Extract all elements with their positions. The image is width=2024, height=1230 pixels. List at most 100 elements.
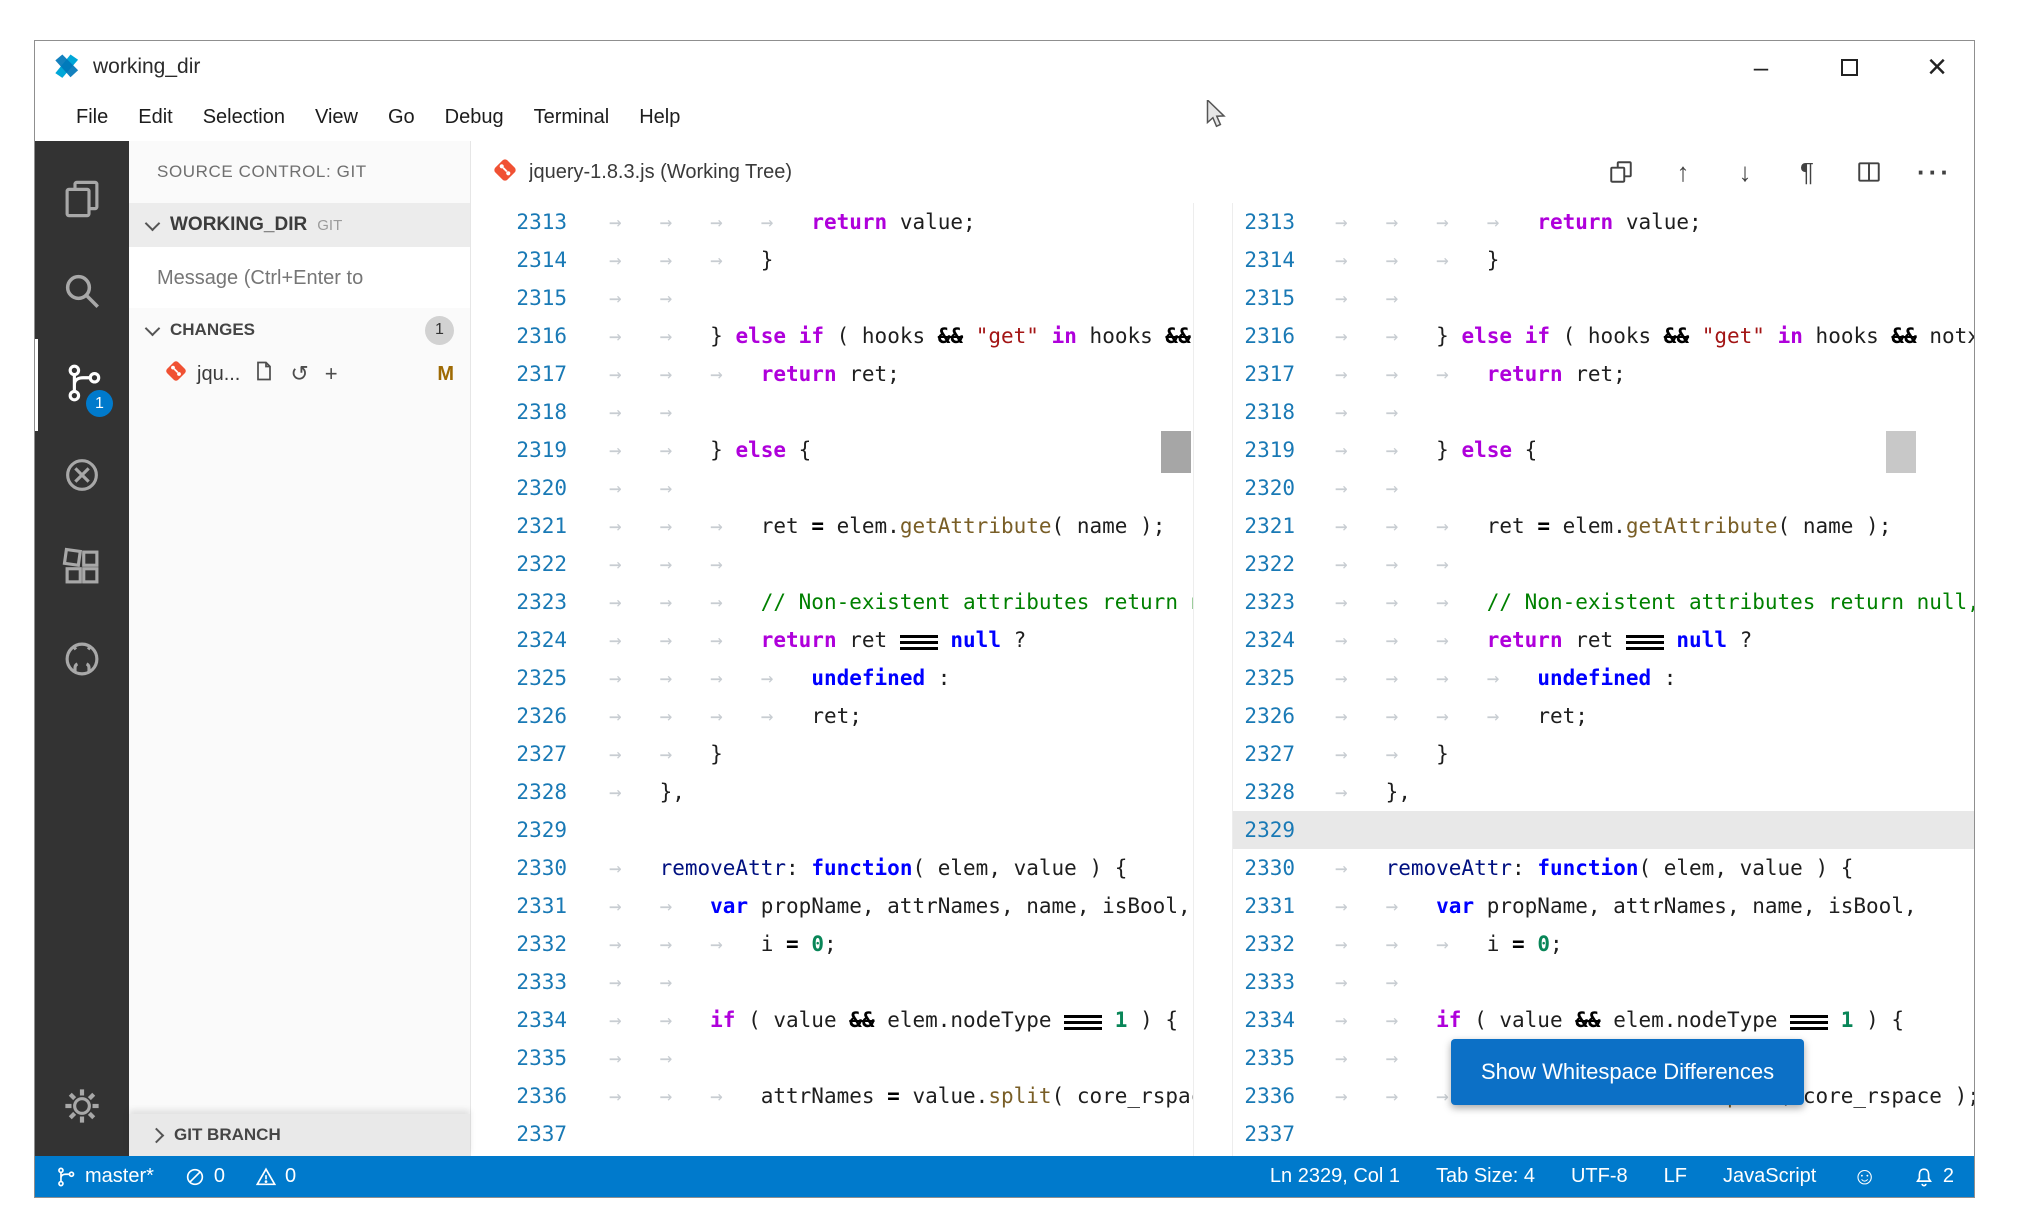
encoding-indicator[interactable]: UTF-8 xyxy=(1571,1165,1628,1188)
cursor-position[interactable]: Ln 2329, Col 1 xyxy=(1270,1165,1400,1188)
code-line[interactable]: 2336→ → → attrNames = value.split( core_… xyxy=(471,1077,1193,1115)
language-indicator[interactable]: JavaScript xyxy=(1723,1165,1816,1188)
eol-indicator[interactable]: LF xyxy=(1664,1165,1687,1188)
git-branch-section-header[interactable]: GIT BRANCH xyxy=(129,1114,470,1156)
code-line[interactable]: 2316→ → } else if ( hooks && "get" in ho… xyxy=(471,317,1193,355)
warning-indicator[interactable]: 0 xyxy=(255,1165,296,1188)
activity-github[interactable] xyxy=(35,615,129,707)
activity-settings[interactable] xyxy=(35,1060,129,1156)
menu-terminal[interactable]: Terminal xyxy=(519,100,625,135)
code-line[interactable]: 2313→ → → → return value; xyxy=(471,203,1193,241)
diff-left-pane[interactable]: 2313→ → → → return value;2314→ → → }2315… xyxy=(471,203,1193,1156)
code-line[interactable]: 2315→ → xyxy=(471,279,1193,317)
code-line[interactable]: 2323→ → → // Non-existent attributes ret… xyxy=(1233,583,1974,621)
code-line[interactable]: 2337 xyxy=(1233,1115,1974,1153)
tab-size-indicator[interactable]: Tab Size: 4 xyxy=(1436,1165,1535,1188)
code-text: → → → ret = elem.getAttribute( name ); xyxy=(1321,507,1974,545)
code-line[interactable]: 2331→ → var propName, attrNames, name, i… xyxy=(471,887,1193,925)
code-line[interactable]: 2328→ }, xyxy=(471,773,1193,811)
code-line[interactable]: 2329 xyxy=(1233,811,1974,849)
open-file-icon[interactable] xyxy=(254,360,274,388)
line-number: 2329 xyxy=(471,811,595,849)
code-line[interactable]: 2327→ → } xyxy=(471,735,1193,773)
activity-search[interactable] xyxy=(35,247,129,339)
code-line[interactable]: 2320→ → xyxy=(471,469,1193,507)
code-line[interactable]: 2333→ → xyxy=(1233,963,1974,1001)
left-scrollbar-thumb[interactable] xyxy=(1161,431,1191,473)
code-line[interactable]: 2330→ removeAttr: function( elem, value … xyxy=(471,849,1193,887)
code-line[interactable]: 2334→ → if ( value && elem.nodeType === … xyxy=(471,1001,1193,1039)
code-line[interactable]: 2315→ → xyxy=(1233,279,1974,317)
activity-debug[interactable] xyxy=(35,431,129,523)
more-actions-icon[interactable]: ··· xyxy=(1917,157,1952,188)
code-line[interactable]: 2323→ → → // Non-existent attributes ret… xyxy=(471,583,1193,621)
code-line[interactable]: 2314→ → → } xyxy=(1233,241,1974,279)
menu-selection[interactable]: Selection xyxy=(188,100,300,135)
code-line[interactable]: 2327→ → } xyxy=(1233,735,1974,773)
sidebar-section-working-dir[interactable]: WORKING_DIR GIT xyxy=(129,203,470,247)
activity-extensions[interactable] xyxy=(35,523,129,615)
code-line[interactable]: 2337 xyxy=(471,1115,1193,1153)
code-line[interactable]: 2318→ → xyxy=(1233,393,1974,431)
notifications-indicator[interactable]: 2 xyxy=(1913,1165,1954,1188)
code-line[interactable]: 2321→ → → ret = elem.getAttribute( name … xyxy=(471,507,1193,545)
diff-sash[interactable] xyxy=(1193,203,1232,1156)
code-line[interactable]: 2328→ }, xyxy=(1233,773,1974,811)
split-editor-icon[interactable] xyxy=(1855,159,1883,185)
code-line[interactable]: 2326→ → → → ret; xyxy=(471,697,1193,735)
code-line[interactable]: 2317→ → → return ret; xyxy=(1233,355,1974,393)
branch-indicator[interactable]: master* xyxy=(55,1165,154,1188)
maximize-button[interactable] xyxy=(1834,52,1864,82)
toggle-whitespace-icon[interactable]: ¶ xyxy=(1793,157,1821,188)
code-line[interactable]: 2325→ → → → undefined : xyxy=(1233,659,1974,697)
code-line[interactable]: 2313→ → → → return value; xyxy=(1233,203,1974,241)
code-line[interactable]: 2314→ → → } xyxy=(471,241,1193,279)
code-line[interactable]: 2318→ → xyxy=(471,393,1193,431)
code-line[interactable]: 2335→ → xyxy=(471,1039,1193,1077)
code-line[interactable]: 2332→ → → i = 0; xyxy=(471,925,1193,963)
code-line[interactable]: 2316→ → } else if ( hooks && "get" in ho… xyxy=(1233,317,1974,355)
menu-debug[interactable]: Debug xyxy=(430,100,519,135)
line-number: 2336 xyxy=(1233,1077,1321,1115)
code-line[interactable]: 2320→ → xyxy=(1233,469,1974,507)
code-line[interactable]: 2319→ → } else { xyxy=(471,431,1193,469)
changes-section-header[interactable]: CHANGES 1 xyxy=(129,308,470,352)
code-line[interactable]: 2317→ → → return ret; xyxy=(471,355,1193,393)
code-line[interactable]: 2325→ → → → undefined : xyxy=(471,659,1193,697)
menu-view[interactable]: View xyxy=(300,100,373,135)
code-line[interactable]: 2324→ → → return ret === null ? xyxy=(471,621,1193,659)
activity-source-control[interactable]: 1 xyxy=(35,339,129,431)
menu-edit[interactable]: Edit xyxy=(123,100,187,135)
previous-change-icon[interactable]: ↑ xyxy=(1669,157,1697,188)
code-line[interactable]: 2332→ → → i = 0; xyxy=(1233,925,1974,963)
activity-explorer[interactable] xyxy=(35,155,129,247)
code-line[interactable]: 2331→ → var propName, attrNames, name, i… xyxy=(1233,887,1974,925)
code-line[interactable]: 2322→ → → xyxy=(1233,545,1974,583)
code-line[interactable]: 2329 xyxy=(471,811,1193,849)
right-scrollbar-thumb[interactable] xyxy=(1886,431,1916,473)
minimize-button[interactable]: – xyxy=(1746,52,1776,82)
code-line[interactable]: 2334→ → if ( value && elem.nodeType === … xyxy=(1233,1001,1974,1039)
menu-file[interactable]: File xyxy=(61,100,123,135)
commit-message-input[interactable]: Message (Ctrl+Enter to xyxy=(129,247,470,308)
changed-file-row[interactable]: jqu... ↺ + M xyxy=(129,352,470,396)
feedback-smiley-icon[interactable]: ☺ xyxy=(1852,1163,1877,1191)
diff-right-pane[interactable]: 2313→ → → → return value;2314→ → → }2315… xyxy=(1232,203,1974,1156)
code-line[interactable]: 2321→ → → ret = elem.getAttribute( name … xyxy=(1233,507,1974,545)
code-line[interactable]: 2319→ → } else { xyxy=(1233,431,1974,469)
line-number: 2328 xyxy=(1233,773,1321,811)
show-whitespace-differences-button[interactable]: Show Whitespace Differences xyxy=(1451,1039,1804,1105)
code-line[interactable]: 2326→ → → → ret; xyxy=(1233,697,1974,735)
code-line[interactable]: 2322→ → → xyxy=(471,545,1193,583)
code-line[interactable]: 2333→ → xyxy=(471,963,1193,1001)
close-button[interactable]: × xyxy=(1922,52,1952,82)
discard-changes-icon[interactable]: ↺ xyxy=(290,361,308,387)
menu-go[interactable]: Go xyxy=(373,100,430,135)
stage-changes-icon[interactable]: + xyxy=(325,361,338,387)
code-line[interactable]: 2324→ → → return ret === null ? xyxy=(1233,621,1974,659)
next-change-icon[interactable]: ↓ xyxy=(1731,157,1759,188)
error-indicator[interactable]: 0 xyxy=(184,1165,225,1188)
open-changes-icon[interactable] xyxy=(1607,159,1635,185)
code-line[interactable]: 2330→ removeAttr: function( elem, value … xyxy=(1233,849,1974,887)
menu-help[interactable]: Help xyxy=(624,100,695,135)
